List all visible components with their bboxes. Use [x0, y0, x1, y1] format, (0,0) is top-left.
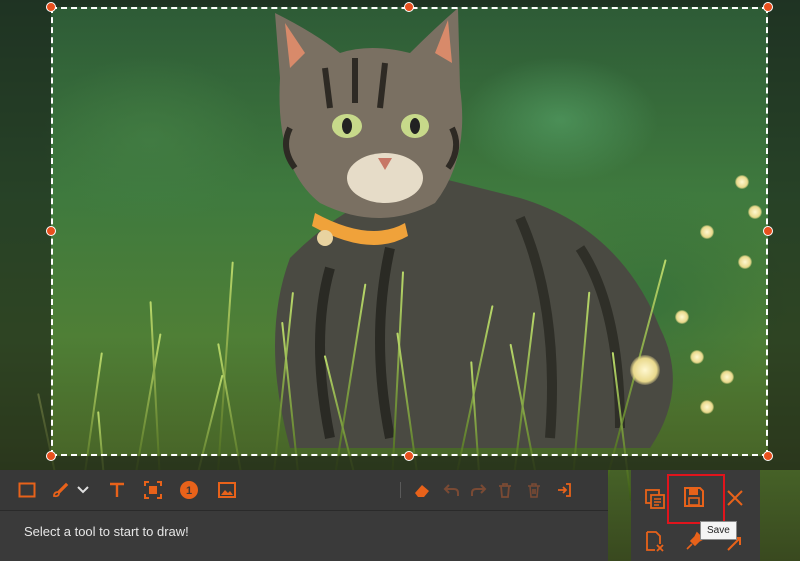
resize-handle-top-right[interactable]	[763, 2, 773, 12]
save-button-highlight	[667, 474, 725, 524]
resize-handle-bottom-left[interactable]	[46, 451, 56, 461]
image-icon[interactable]	[216, 479, 238, 501]
step-number-icon[interactable]: 1	[178, 479, 200, 501]
hint-text: Select a tool to start to draw!	[24, 524, 189, 539]
resize-handle-top-left[interactable]	[46, 2, 56, 12]
capture-selection-frame[interactable]	[51, 7, 768, 456]
undo-icon[interactable]	[441, 479, 463, 501]
delete-icon[interactable]	[494, 479, 516, 501]
resize-handle-bottom[interactable]	[404, 451, 414, 461]
eraser-icon[interactable]	[411, 479, 433, 501]
clear-all-icon[interactable]	[523, 479, 545, 501]
svg-text:1: 1	[186, 485, 192, 497]
brush-icon[interactable]	[49, 479, 71, 501]
close-icon[interactable]	[722, 485, 748, 511]
chevron-down-icon[interactable]	[74, 479, 92, 501]
resize-handle-right[interactable]	[763, 226, 773, 236]
discard-icon[interactable]	[642, 528, 668, 554]
dim-right	[768, 0, 800, 470]
resize-handle-bottom-right[interactable]	[763, 451, 773, 461]
mosaic-icon[interactable]	[142, 479, 164, 501]
drawing-toolbar: 1 Select a tool to start to draw!	[0, 470, 608, 561]
text-icon[interactable]	[106, 479, 128, 501]
resize-handle-top[interactable]	[404, 2, 414, 12]
toolbar-separator	[400, 482, 401, 498]
rectangle-icon[interactable]	[16, 479, 38, 501]
copy-icon[interactable]	[642, 486, 668, 512]
exit-icon[interactable]	[553, 479, 575, 501]
tool-row: 1	[0, 470, 608, 511]
resize-handle-left[interactable]	[46, 226, 56, 236]
dim-left	[0, 0, 51, 470]
save-tooltip: Save	[700, 521, 737, 540]
redo-icon[interactable]	[467, 479, 489, 501]
